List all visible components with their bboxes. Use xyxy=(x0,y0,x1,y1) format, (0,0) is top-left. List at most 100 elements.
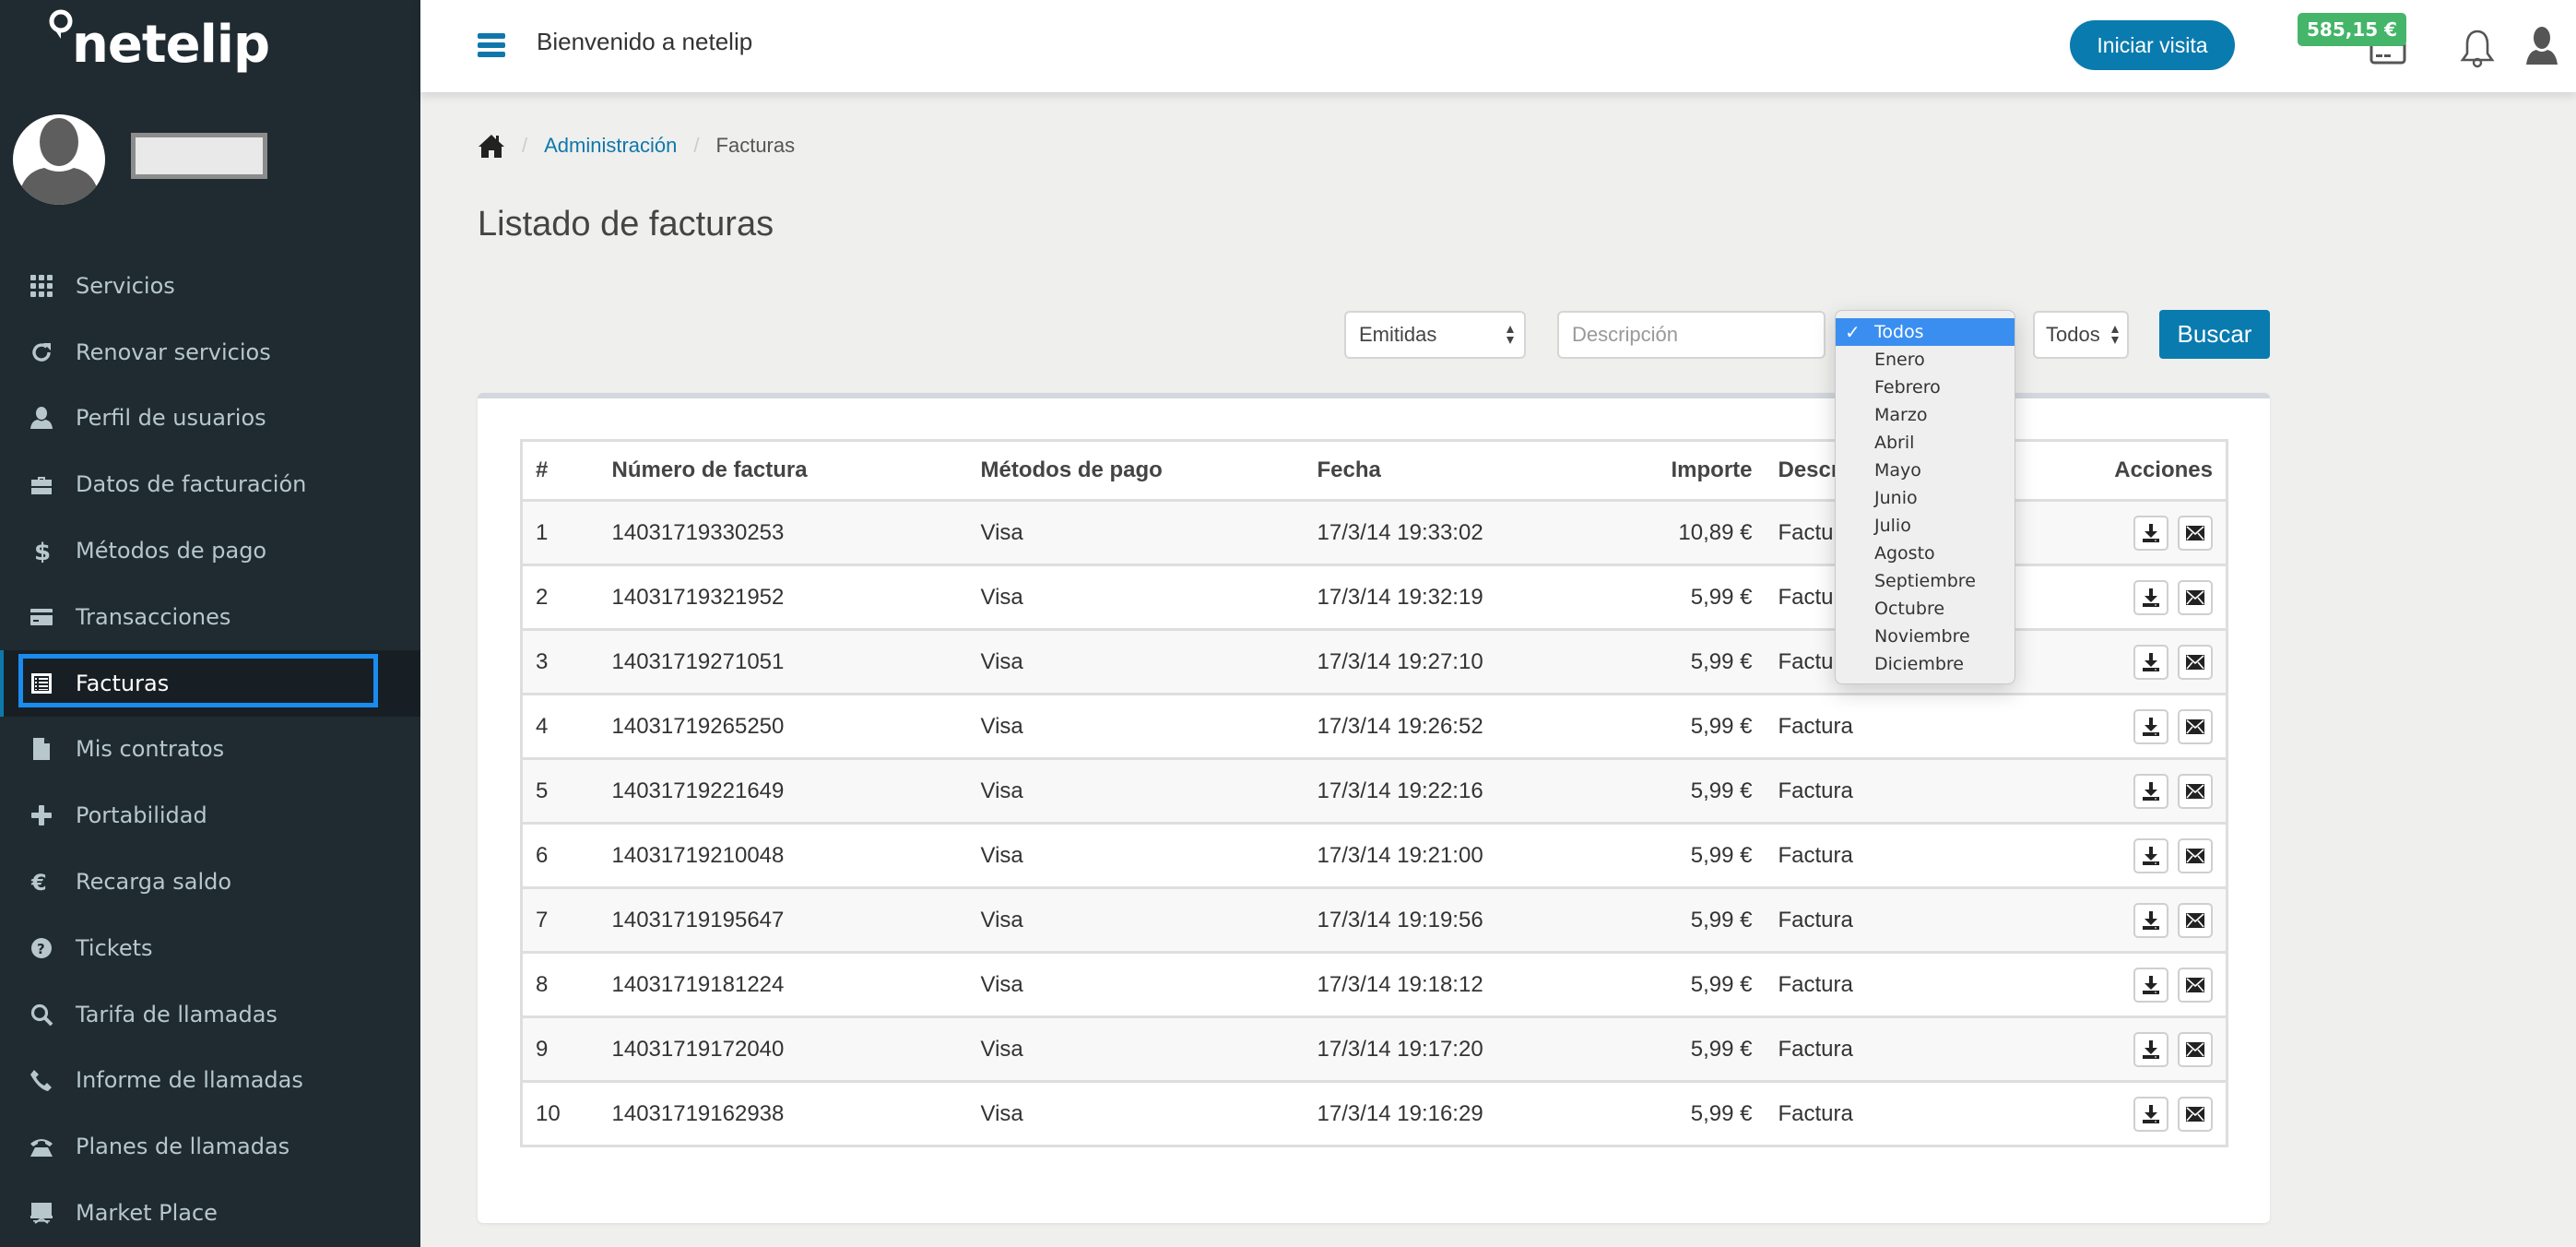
sidebar-item-servicios[interactable]: Servicios xyxy=(0,253,420,319)
balance-badge[interactable]: 585,15 € xyxy=(2298,13,2407,46)
month-option[interactable]: Septiembre xyxy=(1836,567,2015,595)
breadcrumb-administracion[interactable]: Administración xyxy=(544,134,677,158)
col-header-invoice-number[interactable]: Número de factura xyxy=(598,440,968,502)
payment-method: Visa xyxy=(967,823,1305,889)
month-option-label: Agosto xyxy=(1874,543,1935,564)
sidebar-item-informe-de-llamadas[interactable]: Informe de llamadas xyxy=(0,1048,420,1114)
row-actions xyxy=(2041,629,2227,695)
email-invoice-button[interactable] xyxy=(2178,1096,2213,1132)
download-icon xyxy=(2141,717,2161,737)
month-option[interactable]: Enero xyxy=(1836,346,2015,374)
invoice-description: Factura xyxy=(1765,823,2042,889)
download-invoice-button[interactable] xyxy=(2133,967,2168,1003)
sidebar-item-tickets[interactable]: ? Tickets xyxy=(0,915,420,981)
sidebar-item-market-place[interactable]: Market Place xyxy=(0,1180,420,1246)
month-option[interactable]: Febrero xyxy=(1836,374,2015,401)
menu-toggle-icon[interactable] xyxy=(478,33,505,57)
invoice-description: Factura xyxy=(1765,1081,2042,1147)
sidebar-item-renovar-servicios[interactable]: Renovar servicios xyxy=(0,319,420,386)
start-visit-button[interactable]: Iniciar visita xyxy=(2070,20,2235,70)
email-invoice-button[interactable] xyxy=(2178,773,2213,809)
download-invoice-button[interactable] xyxy=(2133,515,2168,551)
month-option[interactable]: Marzo xyxy=(1836,401,2015,429)
invoice-amount: 5,99 € xyxy=(1580,758,1766,825)
month-option[interactable]: Mayo xyxy=(1836,457,2015,484)
month-option[interactable]: Octubre xyxy=(1836,595,2015,623)
download-invoice-button[interactable] xyxy=(2133,644,2168,680)
sidebar-item-recarga-saldo[interactable]: € Recarga saldo xyxy=(0,849,420,915)
logo-text: netelip xyxy=(72,15,270,75)
email-invoice-button[interactable] xyxy=(2178,1031,2213,1067)
invoice-date: 17/3/14 19:16:29 xyxy=(1304,1081,1581,1147)
col-header-number[interactable]: # xyxy=(521,440,599,502)
invoice-date: 17/3/14 19:19:56 xyxy=(1304,887,1581,954)
envelope-icon xyxy=(2185,910,2205,931)
invoice-amount: 5,99 € xyxy=(1580,629,1766,695)
month-option[interactable]: Abril xyxy=(1836,429,2015,457)
row-number: 10 xyxy=(521,1081,599,1147)
payment-method: Visa xyxy=(967,629,1305,695)
download-invoice-button[interactable] xyxy=(2133,579,2168,615)
home-icon[interactable] xyxy=(478,133,505,159)
invoice-date: 17/3/14 19:32:19 xyxy=(1304,564,1581,631)
avatar[interactable] xyxy=(13,114,105,205)
sidebar-item-mis-contratos[interactable]: Mis contratos xyxy=(0,717,420,783)
col-header-date[interactable]: Fecha xyxy=(1304,440,1581,502)
sidebar-item-perfil-de-usuarios[interactable]: Perfil de usuarios xyxy=(0,386,420,452)
month-option[interactable]: ✓ Todos xyxy=(1836,318,2015,346)
sidebar-item-planes-de-llamadas[interactable]: Planes de llamadas xyxy=(0,1113,420,1180)
month-option[interactable]: Julio xyxy=(1836,512,2015,540)
download-invoice-button[interactable] xyxy=(2133,837,2168,873)
email-invoice-button[interactable] xyxy=(2178,644,2213,680)
invoice-number: 14031719271051 xyxy=(598,629,968,695)
invoice-type-select[interactable]: Emitidas xyxy=(1344,311,1526,359)
email-invoice-button[interactable] xyxy=(2178,579,2213,615)
download-invoice-button[interactable] xyxy=(2133,773,2168,809)
email-invoice-button[interactable] xyxy=(2178,515,2213,551)
sidebar-item-transacciones[interactable]: Transacciones xyxy=(0,584,420,650)
month-option[interactable]: Agosto xyxy=(1836,540,2015,567)
description-input[interactable]: Descripción xyxy=(1557,311,1826,359)
email-invoice-button[interactable] xyxy=(2178,837,2213,873)
sidebar-item-tarifa-de-llamadas[interactable]: Tarifa de llamadas xyxy=(0,981,420,1048)
logo[interactable]: netelip xyxy=(48,9,270,83)
download-invoice-button[interactable] xyxy=(2133,1096,2168,1132)
col-header-payment-method[interactable]: Métodos de pago xyxy=(967,440,1305,502)
invoice-number: 14031719172040 xyxy=(598,1016,968,1083)
bell-icon[interactable] xyxy=(2460,28,2495,68)
email-invoice-button[interactable] xyxy=(2178,967,2213,1003)
svg-text:?: ? xyxy=(37,941,45,957)
month-option[interactable]: Noviembre xyxy=(1836,623,2015,650)
plus-icon xyxy=(28,802,55,829)
sidebar: netelip Servicios Renovar servicios Perfil… xyxy=(0,0,420,1247)
sidebar-item-facturas[interactable]: Facturas xyxy=(0,649,420,717)
month-option[interactable]: Diciembre xyxy=(1836,650,2015,678)
sidebar-item-label: Perfil de usuarios xyxy=(76,405,266,432)
download-invoice-button[interactable] xyxy=(2133,708,2168,744)
month-option[interactable]: Junio xyxy=(1836,484,2015,512)
search-button[interactable]: Buscar xyxy=(2159,310,2270,359)
updown-arrows-icon xyxy=(2111,326,2119,344)
download-invoice-button[interactable] xyxy=(2133,1031,2168,1067)
sidebar-item-portabilidad[interactable]: Portabilidad xyxy=(0,782,420,849)
invoice-amount: 5,99 € xyxy=(1580,887,1766,954)
sidebar-item-datos-de-facturacion[interactable]: Datos de facturación xyxy=(0,451,420,517)
briefcase-icon xyxy=(28,470,55,498)
download-invoice-button[interactable] xyxy=(2133,902,2168,938)
month-select-dropdown[interactable]: ✓ Todos Enero Febrero Marzo Abril Mayo Junio Jul… xyxy=(1835,310,2015,684)
col-header-amount[interactable]: Importe xyxy=(1580,440,1766,502)
row-actions xyxy=(2041,694,2227,760)
sidebar-item-label: Métodos de pago xyxy=(76,538,267,564)
invoice-number: 14031719221649 xyxy=(598,758,968,825)
invoice-date: 17/3/14 19:18:12 xyxy=(1304,952,1581,1018)
email-invoice-button[interactable] xyxy=(2178,708,2213,744)
user-icon xyxy=(28,404,55,432)
sidebar-item-label: Mis contratos xyxy=(76,736,225,763)
user-menu-icon[interactable] xyxy=(2524,26,2559,68)
page-title: Listado de facturas xyxy=(478,205,774,243)
email-invoice-button[interactable] xyxy=(2178,902,2213,938)
sidebar-item-metodos-de-pago[interactable]: $ Métodos de pago xyxy=(0,517,420,584)
envelope-icon xyxy=(2185,975,2205,995)
year-select[interactable]: Todos xyxy=(2033,311,2129,359)
invoice-date: 17/3/14 19:33:02 xyxy=(1304,500,1581,566)
